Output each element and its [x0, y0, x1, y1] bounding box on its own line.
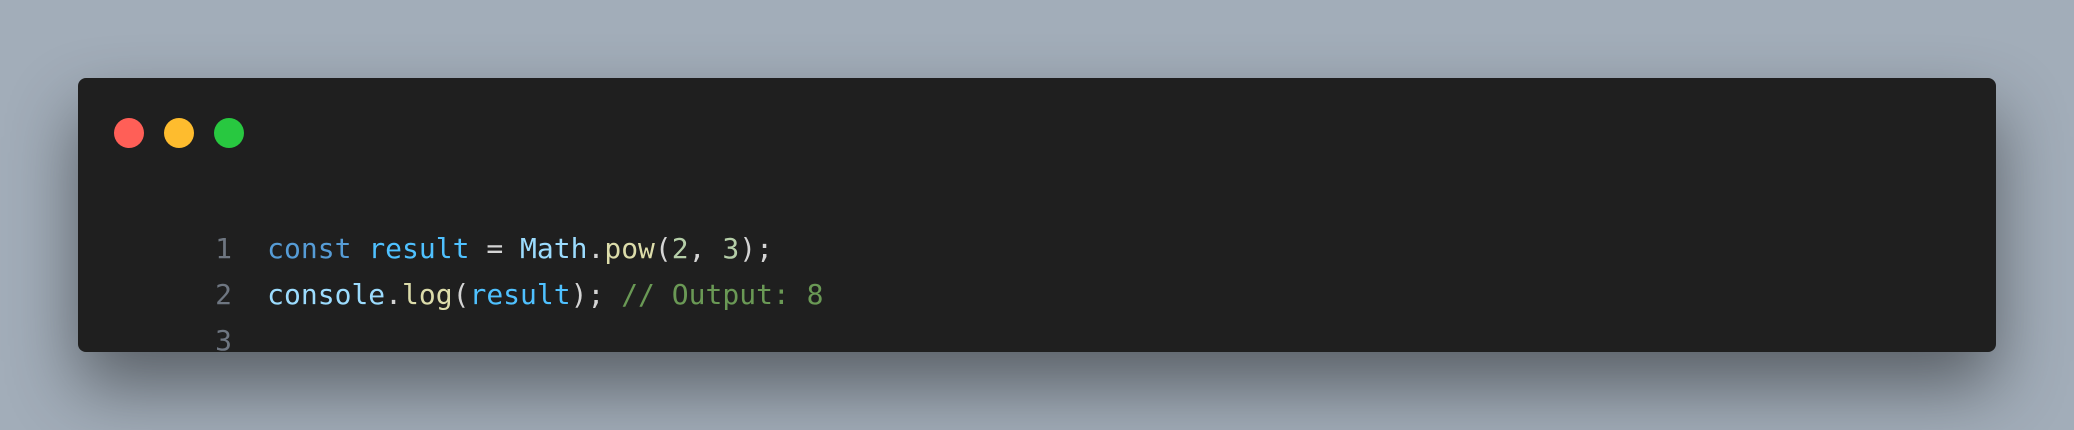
code-editor: 1 const result = Math.pow(2, 3); 2 console…: [114, 180, 824, 357]
code-line-1: 1 const result = Math.pow(2, 3);: [114, 180, 824, 265]
code-line-3: 3: [114, 272, 824, 357]
minimize-window-icon[interactable]: [164, 118, 194, 148]
code-line-2: 2 console.log(result); // Output: 8: [114, 226, 823, 311]
close-window-icon[interactable]: [114, 118, 144, 148]
maximize-window-icon[interactable]: [214, 118, 244, 148]
line-number: 3: [215, 324, 233, 357]
code-window: 1 const result = Math.pow(2, 3); 2 console…: [78, 78, 1996, 357]
